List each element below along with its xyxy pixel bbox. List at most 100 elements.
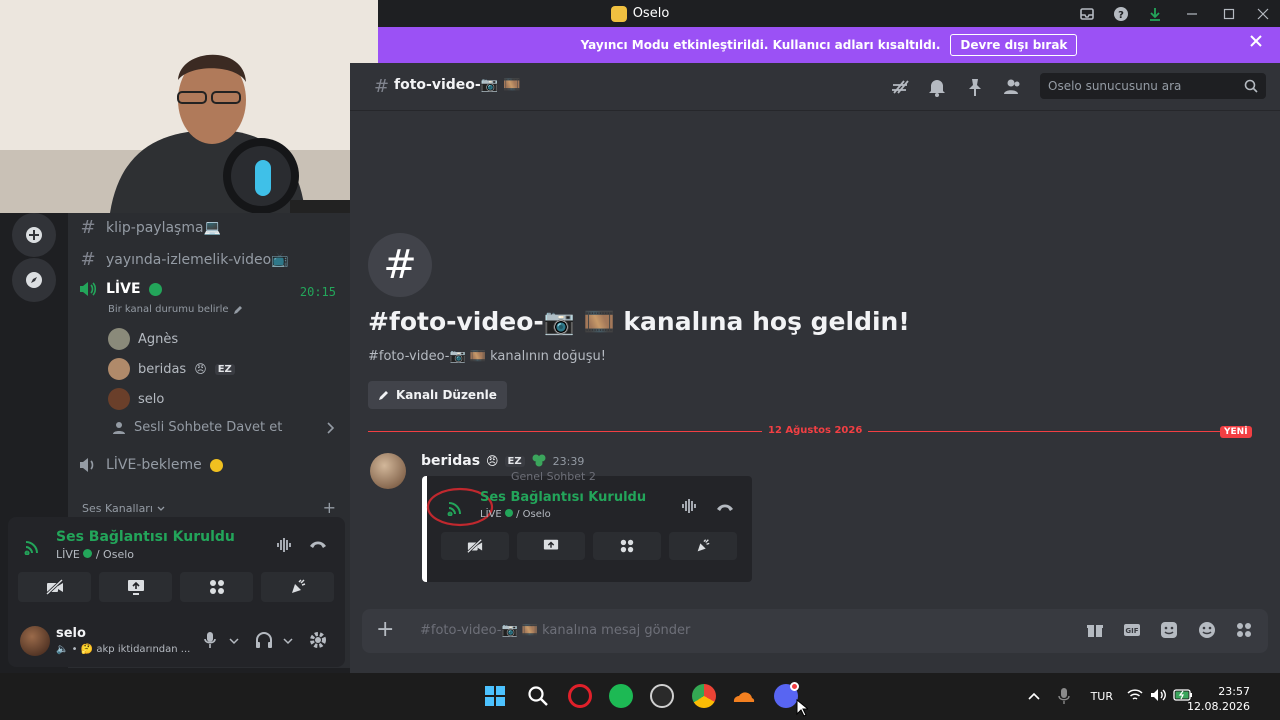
notification-badge (790, 682, 799, 691)
chevron-up-icon[interactable] (1028, 691, 1040, 701)
sticker-icon[interactable] (1160, 621, 1178, 639)
windows-start-icon[interactable] (484, 685, 506, 707)
microphone-tray-icon[interactable] (1058, 687, 1070, 705)
camera-off-icon (45, 578, 63, 596)
avatar (108, 388, 130, 410)
bell-icon[interactable] (928, 77, 946, 97)
emoji-icon: 😠 (194, 362, 207, 376)
channel-name: LİVE-bekleme (106, 457, 202, 473)
noise-suppression-icon (682, 499, 696, 513)
activities-button[interactable] (180, 572, 253, 602)
disconnect-icon (717, 504, 733, 511)
keyboard-language[interactable]: TUR (1091, 690, 1113, 703)
voice-channels-section[interactable]: Ses Kanalları (82, 502, 165, 515)
add-channel-icon[interactable]: + (323, 498, 336, 517)
add-server-button[interactable] (12, 213, 56, 257)
message-author[interactable]: beridas (421, 453, 480, 469)
search-icon[interactable] (527, 685, 549, 707)
avatar (108, 328, 130, 350)
user-name[interactable]: selo (56, 626, 86, 641)
emoji-picker-icon[interactable] (1198, 621, 1216, 639)
hash-icon: # (80, 249, 96, 270)
user-custom-status[interactable]: 🔈 • 🤔 akp iktidarından ... (56, 644, 190, 655)
camera-button[interactable] (18, 572, 91, 602)
green-circle-icon (83, 549, 93, 558)
help-icon[interactable]: ? (1104, 0, 1138, 27)
embed-voice-status: Ses Bağlantısı Kuruldu (480, 490, 647, 505)
download-icon[interactable] (1138, 0, 1172, 27)
headphones-icon[interactable] (255, 631, 273, 649)
soundboard-button[interactable] (261, 572, 334, 602)
explore-servers-button[interactable] (12, 258, 56, 302)
channel-klip-paylasma[interactable]: # klip-paylaşma💻 (78, 217, 221, 238)
message-input-placeholder[interactable]: #foto-video-📷 🎞️ kanalına mesaj gönder (420, 623, 690, 638)
threads-icon[interactable] (890, 77, 910, 97)
noise-suppression-icon[interactable] (276, 537, 294, 553)
tray-clock[interactable]: 23:57 12.08.2026 (1187, 684, 1250, 714)
welcome-title: #foto-video-📷 🎞️ kanalına hoş geldin! (368, 307, 910, 336)
chevron-down-icon (157, 506, 165, 511)
volume-icon[interactable] (1150, 688, 1168, 702)
search-icon (1244, 79, 1258, 93)
channel-status-hint[interactable]: Bir kanal durumu belirle (108, 304, 243, 315)
member-list-icon[interactable] (1003, 77, 1023, 97)
voice-location[interactable]: LİVE / Oselo (56, 548, 134, 561)
user-status-text: akp iktidarından ... (96, 644, 191, 655)
wifi-icon[interactable] (1127, 688, 1143, 702)
close-window-button[interactable] (1246, 0, 1280, 27)
embed-voice-location: LİVE / Oselo (480, 509, 551, 520)
opera-icon[interactable] (568, 684, 592, 708)
voice-screenshot-embed[interactable]: Genel Sohbet 2 Ses Bağlantısı Kuruldu Lİ… (422, 470, 752, 582)
voice-user[interactable]: beridas 😠 EZ (108, 358, 235, 380)
message-avatar[interactable] (370, 453, 406, 489)
channel-yayinda-izlemelik-video[interactable]: # yayında-izlemelik-video📺 (78, 249, 288, 270)
pin-icon[interactable] (966, 77, 984, 97)
voice-location-server: / Oselo (95, 548, 135, 561)
settings-gear-icon[interactable] (309, 631, 327, 649)
minimize-button[interactable] (1172, 0, 1212, 27)
soundboard-icon (697, 539, 710, 552)
edit-channel-button[interactable]: Kanalı Düzenle (368, 381, 507, 409)
message-timestamp: 23:39 (552, 454, 585, 468)
microphone-icon[interactable] (203, 631, 217, 649)
activities-icon (209, 580, 224, 594)
apps-icon[interactable] (1235, 621, 1253, 639)
chat-area: # foto-video-📷 🎞️ Oselo sunucusunu ara #… (350, 63, 1280, 673)
maximize-button[interactable] (1212, 0, 1246, 27)
chrome-icon[interactable] (692, 684, 716, 708)
attach-plus-icon[interactable]: + (376, 619, 394, 641)
message-composer[interactable]: + #foto-video-📷 🎞️ kanalına mesaj gönder… (362, 609, 1268, 653)
disconnect-icon[interactable] (308, 537, 328, 551)
voice-user[interactable]: Agnès (108, 328, 178, 350)
user-avatar[interactable] (20, 626, 50, 656)
status-hint-text: Bir kanal durumu belirle (108, 304, 229, 315)
emoji-icon: 🤔 (80, 644, 94, 655)
spotify-icon[interactable] (609, 684, 633, 708)
new-badge: YENİ (1220, 426, 1252, 438)
webcam-overlay (0, 0, 378, 213)
svg-text:GIF: GIF (1125, 627, 1138, 635)
plus-icon (26, 227, 42, 243)
gif-icon[interactable]: GIF (1123, 621, 1141, 639)
banner-close-icon[interactable] (1250, 35, 1262, 47)
voice-channel-live[interactable]: LİVE (78, 281, 162, 297)
obs-icon[interactable] (650, 684, 674, 708)
clover-badge-icon (532, 454, 546, 467)
edit-channel-label: Kanalı Düzenle (396, 388, 497, 402)
cloudflare-icon[interactable] (731, 688, 757, 704)
voice-user[interactable]: selo (108, 388, 164, 410)
screen-share-button[interactable] (99, 572, 172, 602)
disable-streamer-mode-button[interactable]: Devre dışı bırak (950, 34, 1078, 56)
gift-icon[interactable] (1086, 621, 1104, 639)
invite-to-voice-button[interactable]: Sesli Sohbete Davet et (108, 420, 336, 435)
channel-name: klip-paylaşma💻 (106, 219, 221, 236)
server-search-input[interactable]: Oselo sunucusunu ara (1040, 73, 1266, 99)
chevron-down-icon[interactable] (229, 637, 239, 645)
voice-user-name: beridas (138, 361, 187, 377)
chevron-down-icon[interactable] (283, 637, 293, 645)
channel-title: foto-video-📷 🎞️ (394, 77, 521, 93)
voice-channel-live-bekleme[interactable]: LİVE-bekleme (78, 457, 223, 473)
inbox-icon[interactable] (1070, 0, 1104, 27)
search-placeholder: Oselo sunucusunu ara (1048, 79, 1182, 93)
voice-status[interactable]: Ses Bağlantısı Kuruldu (56, 529, 235, 545)
